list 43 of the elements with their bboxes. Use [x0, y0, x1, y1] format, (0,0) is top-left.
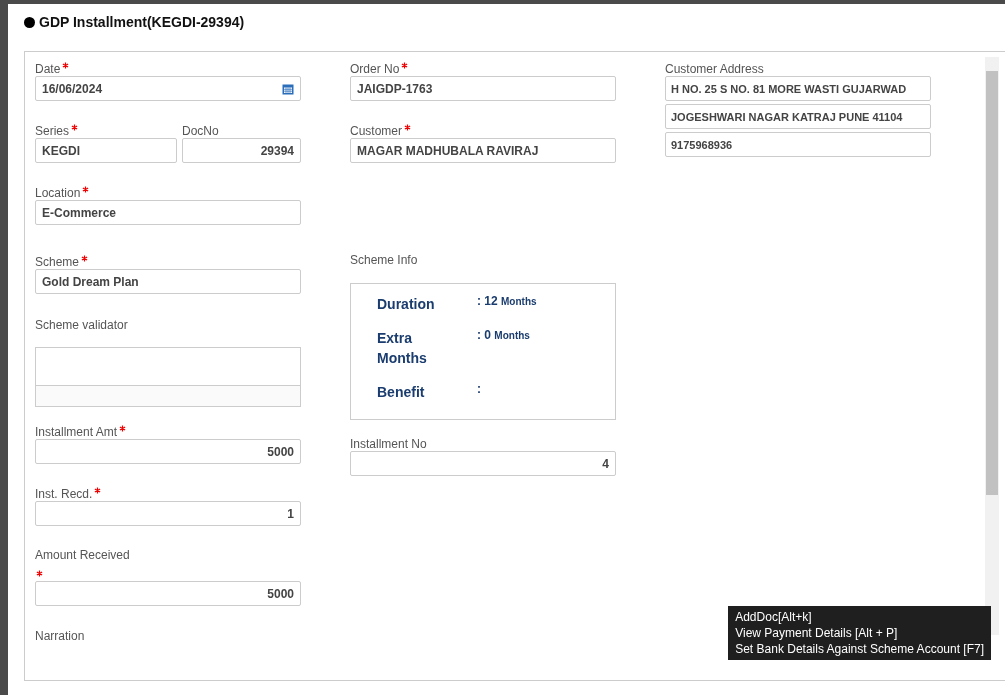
doc-number-field[interactable]: 29394 [182, 138, 301, 163]
info-value: : 12 Months [477, 294, 537, 310]
field-label: Customer Address [665, 62, 764, 76]
tooltip-line: AddDoc[Alt+k] [735, 609, 813, 625]
info-label: Benefit [377, 383, 426, 402]
address-field[interactable]: JOGESHWARI NAGAR KATRAJ PUNE 41104 [665, 104, 931, 129]
scheme-validator-field[interactable] [35, 347, 301, 386]
field-label: Installment Amt [35, 425, 118, 439]
info-value: : 0 Months [477, 328, 530, 344]
scrollbar[interactable] [985, 57, 999, 635]
customer-field[interactable]: MAGAR MADHUBALA RAVIRAJ [350, 138, 616, 163]
order-number-field[interactable]: JAIGDP-1763 [350, 76, 616, 101]
address-field[interactable]: 9175968936 [665, 132, 931, 157]
field-label: Amount Received [35, 548, 130, 562]
field-label: Inst. Recd. [35, 487, 93, 501]
location-field[interactable]: E-Commerce [35, 200, 301, 225]
tooltip-line: View Payment Details [Alt + P] [735, 625, 899, 641]
installment-number-field[interactable]: 4 [350, 451, 616, 476]
field-label: Scheme [35, 255, 80, 269]
section-label: Scheme Info [350, 253, 418, 267]
dialog-title: GDP Installment(KEGDI-29394) [39, 14, 245, 30]
bullet-icon [24, 16, 35, 28]
calendar-icon[interactable] [282, 82, 294, 95]
series-field[interactable]: KEGDI [35, 138, 177, 163]
installment-amount-field[interactable]: 5000 [35, 439, 301, 464]
tooltip-line: Set Bank Details Against Scheme Account [F7] [735, 641, 984, 657]
scheme-field[interactable]: Gold Dream Plan [35, 269, 301, 294]
installments-received-field[interactable]: 1 [35, 501, 301, 526]
field-label: Narration [35, 629, 85, 643]
field-label: Order No [350, 62, 400, 76]
info-value: : [477, 382, 481, 398]
date-field[interactable]: 16/06/2024 [35, 76, 301, 101]
amount-received-field[interactable]: 5000 [35, 581, 301, 606]
field-label: Installment No [350, 437, 427, 451]
field-label: Customer [350, 124, 402, 138]
info-label: Duration [377, 295, 436, 314]
field-label: DocNo [182, 124, 219, 138]
field-label: Scheme validator [35, 318, 128, 332]
info-label: Extra Months [377, 329, 428, 368]
field-label: Date [35, 62, 61, 76]
field-label: Location [35, 186, 81, 200]
field-label: Series [35, 124, 69, 138]
address-field[interactable]: H NO. 25 S NO. 81 MORE WASTI GUJARWAD [665, 76, 931, 101]
